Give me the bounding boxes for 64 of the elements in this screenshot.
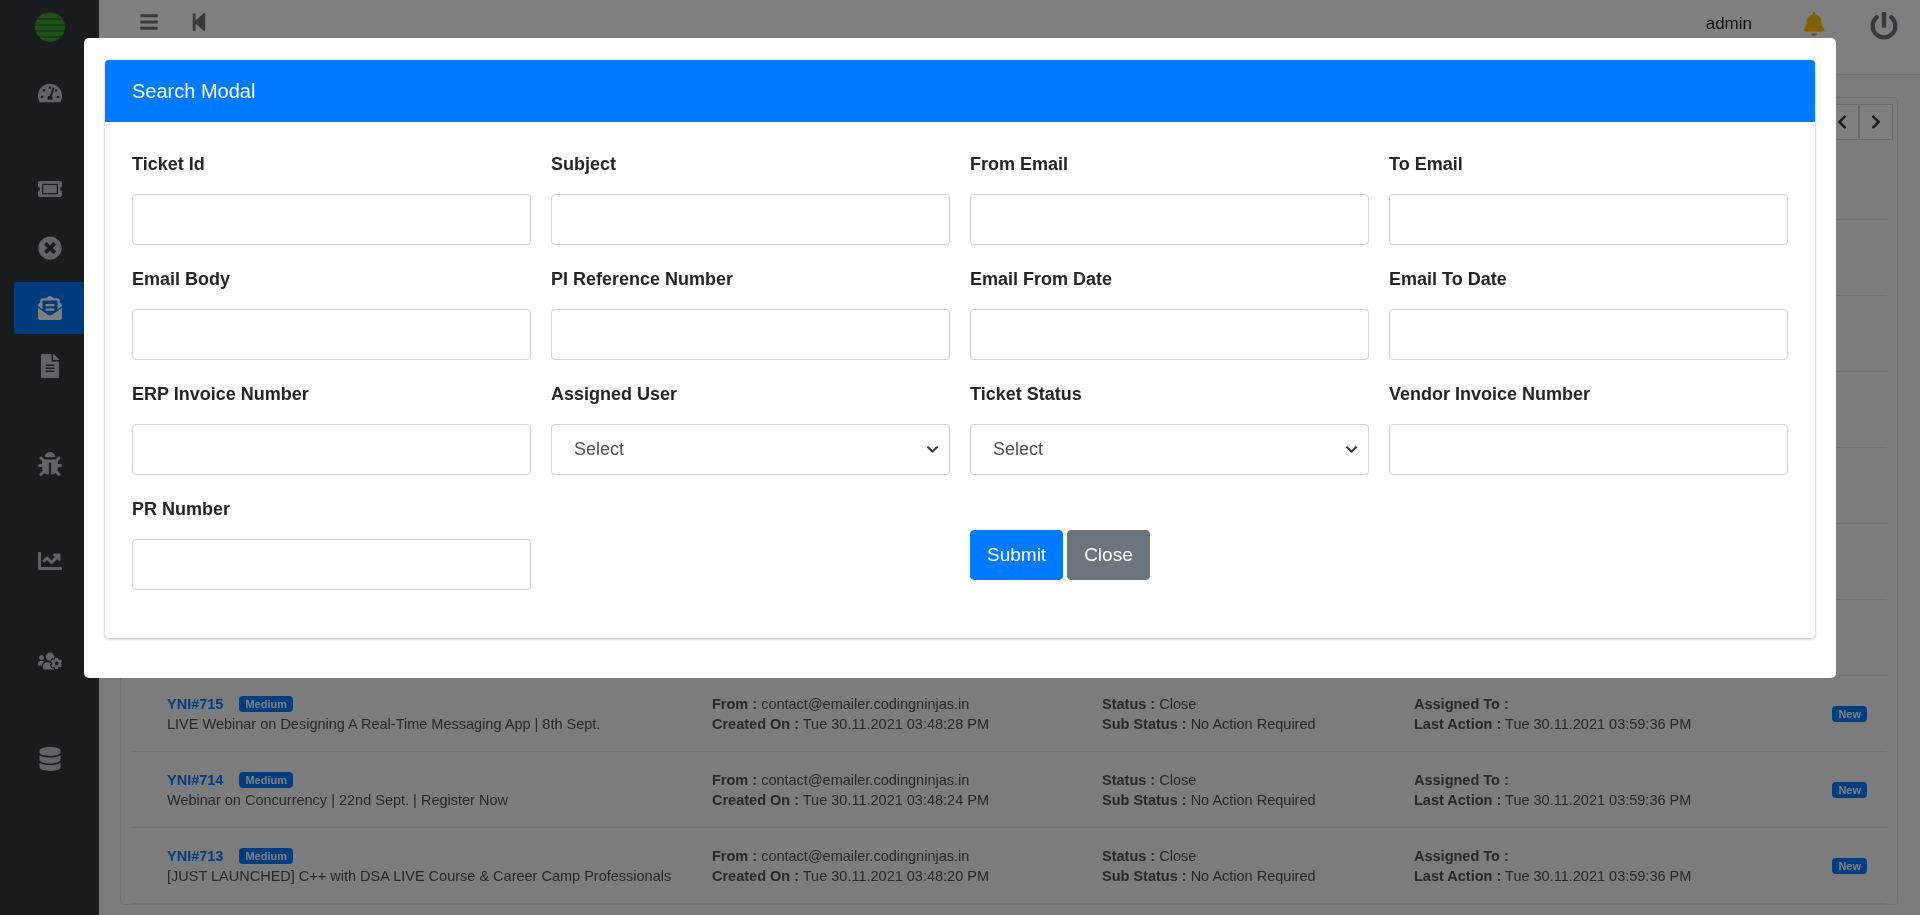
field-label: Created On :: [712, 867, 799, 884]
priority-badge: Medium: [239, 847, 293, 864]
field-label: Assigned To :: [1414, 847, 1510, 864]
field-label: Sub Status :: [1102, 791, 1187, 808]
field-label: Vendor Invoice Number: [1389, 383, 1592, 406]
ticket-id-link[interactable]: YNI#715: [167, 695, 224, 712]
ticket-subject: Webinar on Concurrency | 22nd Sept. | Register Now: [167, 791, 509, 808]
field-value: Tue 30.11.2021 03:59:36 PM: [1505, 715, 1692, 732]
field-label: Assigned To :: [1414, 695, 1510, 712]
field-value: Tue 30.11.2021 03:59:36 PM: [1505, 867, 1692, 884]
field-value: Close: [1159, 695, 1197, 712]
field-value: Tue 30.11.2021 03:48:28 PM: [802, 715, 990, 732]
field-value: Close: [1159, 771, 1197, 788]
field-label: Sub Status :: [1102, 715, 1187, 732]
field-label: From :: [712, 695, 758, 712]
field-label: Last Action :: [1414, 791, 1502, 808]
field-label: Email From Date: [970, 268, 1114, 291]
field-label: Last Action :: [1414, 867, 1502, 884]
field-label: Email To Date: [1389, 268, 1508, 291]
status-badge: New: [1832, 857, 1867, 874]
field-label: Email Body: [132, 268, 232, 291]
close-button[interactable]: Close: [1067, 530, 1150, 580]
field-label: Ticket Id: [132, 153, 206, 176]
field-label: Created On :: [712, 715, 799, 732]
field-value: Tue 30.11.2021 03:59:36 PM: [1505, 791, 1692, 808]
field-label: Sub Status :: [1102, 867, 1187, 884]
field-label: ERP Invoice Number: [132, 383, 310, 406]
field-label: To Email: [1389, 153, 1464, 176]
field-label: PR Number: [132, 498, 231, 521]
ticket-id-link[interactable]: YNI#714: [167, 771, 224, 788]
field-label: Ticket Status: [970, 383, 1083, 406]
field-label: Subject: [551, 153, 617, 176]
select-field[interactable]: Select: [970, 424, 1369, 475]
field-label: From :: [712, 771, 758, 788]
submit-button[interactable]: Submit: [970, 530, 1064, 580]
field-label: From Email: [970, 153, 1070, 176]
field-value: Tue 30.11.2021 03:48:24 PM: [802, 791, 990, 808]
field-value: Close: [1159, 847, 1197, 864]
status-badge: New: [1832, 705, 1867, 722]
field-value: No Action Required: [1190, 867, 1316, 884]
priority-badge: Medium: [239, 695, 293, 712]
field-value: No Action Required: [1190, 791, 1316, 808]
field-label: Assigned To :: [1414, 771, 1510, 788]
field-label: PI Reference Number: [551, 268, 735, 291]
field-value: contact@emailer.codingninjas.in: [761, 771, 970, 788]
field-value: Tue 30.11.2021 03:48:20 PM: [802, 867, 990, 884]
select-field[interactable]: Select: [551, 424, 950, 475]
ticket-subject: [JUST LAUNCHED] C++ with DSA LIVE Course & Career Camp Professionals: [167, 867, 673, 884]
status-badge: New: [1832, 781, 1867, 798]
field-label: Status :: [1102, 771, 1156, 788]
field-value: contact@emailer.codingninjas.in: [761, 695, 970, 712]
ticket-subject: LIVE Webinar on Designing A Real-Time Messaging App | 8th Sept.: [167, 715, 602, 732]
field-label: Created On :: [712, 791, 799, 808]
ticket-id-link[interactable]: YNI#713: [167, 847, 224, 864]
field-label: Status :: [1102, 695, 1156, 712]
priority-badge: Medium: [239, 771, 293, 788]
field-label: Status :: [1102, 847, 1156, 864]
field-value: contact@emailer.codingninjas.in: [761, 847, 970, 864]
dialog-title: Search Modal: [105, 60, 1815, 122]
field-label: Assigned User: [551, 383, 679, 406]
user-name: admin: [1705, 14, 1752, 34]
field-label: From :: [712, 847, 758, 864]
field-label: Last Action :: [1414, 715, 1502, 732]
field-value: No Action Required: [1190, 715, 1316, 732]
